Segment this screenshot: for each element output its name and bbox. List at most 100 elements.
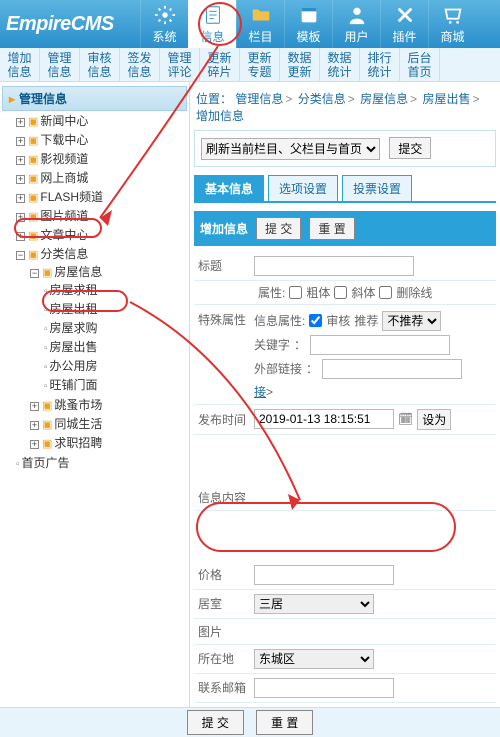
submenu-data-stats[interactable]: 数据统计 <box>320 48 360 81</box>
tab-basic[interactable]: 基本信息 <box>194 175 264 201</box>
topnav-label: 商城 <box>440 28 464 45</box>
breadcrumb: 位置： 管理信息> 分类信息> 房屋信息> 房屋出售> 增加信息 <box>194 86 496 130</box>
breadcrumb-link[interactable]: 管理信息 <box>235 92 283 106</box>
submit-button-top[interactable]: 提 交 <box>256 217 301 240</box>
submenu-add-info[interactable]: 增加信息 <box>0 48 40 81</box>
form: 标题 属性: 粗体 斜体 删除线 特殊属性 信息属性: 审核 推荐 不推荐 <box>194 252 496 708</box>
price-label: 价格 <box>194 566 254 583</box>
attr-label: 属性: <box>258 284 285 301</box>
tabs: 基本信息 选项设置 投票设置 <box>194 175 496 203</box>
tree-item[interactable]: +▣下载中心 <box>16 130 187 149</box>
reset-button-bottom[interactable]: 重 置 <box>256 710 313 735</box>
breadcrumb-prefix: 位置： <box>196 92 232 106</box>
title-input[interactable] <box>254 256 414 276</box>
folder-icon <box>250 4 272 26</box>
title-label: 标题 <box>194 257 254 274</box>
submenu-backend-home[interactable]: 后台首页 <box>400 48 440 81</box>
time-set-button[interactable]: 设为 <box>417 409 451 430</box>
submenu-topics[interactable]: 更新专题 <box>240 48 280 81</box>
pic-label: 图片 <box>194 623 254 640</box>
submenu-fragments[interactable]: 更新碎片 <box>200 48 240 81</box>
tree-item[interactable]: +▣图片频道 <box>16 206 187 225</box>
tab-options[interactable]: 选项设置 <box>268 175 338 201</box>
topnav-user[interactable]: 用户 <box>332 0 380 48</box>
sidebar-title: 管理信息 <box>2 86 187 111</box>
strike-checkbox[interactable] <box>379 286 392 299</box>
app-header: EmpireCMS 系统 信息 栏目 模板 用户 插件 商城 <box>0 0 500 48</box>
tree: +▣新闻中心 +▣下载中心 +▣影视频道 +▣网上商城 +▣FLASH频道 +▣… <box>2 111 187 472</box>
tree-item[interactable]: +▣网上商城 <box>16 168 187 187</box>
time-input[interactable] <box>254 409 394 429</box>
user-icon <box>346 4 368 26</box>
template-icon <box>298 4 320 26</box>
submenu-manage-info[interactable]: 管理信息 <box>40 48 80 81</box>
section-title: 增加信息 <box>200 220 248 237</box>
tree-leaf[interactable]: ▫旺铺门面 <box>44 375 187 394</box>
refresh-row: 刷新当前栏目、父栏目与首页 提交 <box>194 130 496 167</box>
topnav-plugin[interactable]: 插件 <box>380 0 428 48</box>
submenu-comments[interactable]: 管理评论 <box>160 48 200 81</box>
breadcrumb-link[interactable]: 分类信息 <box>298 92 346 106</box>
tree-leaf[interactable]: ▫办公用房 <box>44 356 187 375</box>
topnav-label: 用户 <box>344 28 368 45</box>
topnav-label: 信息 <box>200 28 224 45</box>
content: 位置： 管理信息> 分类信息> 房屋信息> 房屋出售> 增加信息 刷新当前栏目、… <box>190 82 500 707</box>
topnav-label: 插件 <box>392 28 416 45</box>
email-input[interactable] <box>254 678 394 698</box>
room-label: 居室 <box>194 595 254 612</box>
topnav-column[interactable]: 栏目 <box>236 0 284 48</box>
topnav-label: 栏目 <box>248 28 272 45</box>
tree-item[interactable]: +▣FLASH频道 <box>16 187 187 206</box>
topnav-label: 模板 <box>296 28 320 45</box>
breadcrumb-link[interactable]: 增加信息 <box>196 109 244 123</box>
refresh-select[interactable]: 刷新当前栏目、父栏目与首页 <box>201 138 380 160</box>
italic-checkbox[interactable] <box>334 286 347 299</box>
refresh-submit-button[interactable]: 提交 <box>389 137 431 159</box>
email-label: 联系邮箱 <box>194 679 254 696</box>
top-nav: 系统 信息 栏目 模板 用户 插件 商城 <box>140 0 500 48</box>
topnav-label: 系统 <box>152 28 176 45</box>
keyword-input[interactable] <box>310 335 450 355</box>
gear-icon <box>154 4 176 26</box>
phone-input[interactable] <box>254 707 394 708</box>
reset-button-top[interactable]: 重 置 <box>309 217 354 240</box>
breadcrumb-link[interactable]: 房屋出售 <box>422 92 470 106</box>
topnav-info[interactable]: 信息 <box>188 0 236 48</box>
price-input[interactable] <box>254 565 394 585</box>
link-input[interactable] <box>322 359 462 379</box>
tree-item-house[interactable]: −▣房屋信息 ▫房屋求租 ▫房屋出租 ▫房屋求购 ▫房屋出售 ▫办公用房 ▫旺铺… <box>30 262 187 395</box>
tree-item[interactable]: ▫首页广告 <box>16 453 187 472</box>
content-label: 信息内容 <box>194 489 254 506</box>
submenu-sign-info[interactable]: 签发信息 <box>120 48 160 81</box>
tree-item[interactable]: +▣跳蚤市场 <box>30 395 187 414</box>
tree-item[interactable]: +▣同城生活 <box>30 414 187 433</box>
topnav-system[interactable]: 系统 <box>140 0 188 48</box>
calendar-icon[interactable]: 🗓 <box>398 412 413 426</box>
breadcrumb-link[interactable]: 房屋信息 <box>360 92 408 106</box>
room-select[interactable]: 三居 <box>254 594 374 614</box>
section-header: 增加信息 提 交 重 置 <box>194 211 496 246</box>
tree-item[interactable]: +▣文章中心 <box>16 225 187 244</box>
submenu-rank-stats[interactable]: 排行统计 <box>360 48 400 81</box>
tree-leaf-house-sale[interactable]: ▫房屋出售 <box>44 337 187 356</box>
tree-leaf[interactable]: ▫房屋出租 <box>44 299 187 318</box>
submenu-data-update[interactable]: 数据更新 <box>280 48 320 81</box>
bold-checkbox[interactable] <box>289 286 302 299</box>
link-connect[interactable]: 接 <box>254 385 266 399</box>
topnav-shop[interactable]: 商城 <box>428 0 476 48</box>
recommend-select[interactable]: 不推荐 <box>382 311 441 331</box>
tree-leaf[interactable]: ▫房屋求购 <box>44 318 187 337</box>
area-select[interactable]: 东城区 <box>254 649 374 669</box>
tab-vote[interactable]: 投票设置 <box>342 175 412 201</box>
tree-leaf[interactable]: ▫房屋求租 <box>44 280 187 299</box>
tree-item-category[interactable]: −▣分类信息 −▣房屋信息 ▫房屋求租 ▫房屋出租 ▫房屋求购 ▫房屋出售 ▫办… <box>16 244 187 453</box>
topnav-template[interactable]: 模板 <box>284 0 332 48</box>
tree-item[interactable]: +▣影视频道 <box>16 149 187 168</box>
tree-item[interactable]: +▣新闻中心 <box>16 111 187 130</box>
audit-checkbox[interactable] <box>309 314 322 327</box>
submenu-audit-info[interactable]: 审核信息 <box>80 48 120 81</box>
submenu: 增加信息 管理信息 审核信息 签发信息 管理评论 更新碎片 更新专题 数据更新 … <box>0 48 500 82</box>
area-label: 所在地 <box>194 650 254 667</box>
submit-button-bottom[interactable]: 提 交 <box>187 710 244 735</box>
tree-item[interactable]: +▣求职招聘 <box>30 433 187 452</box>
